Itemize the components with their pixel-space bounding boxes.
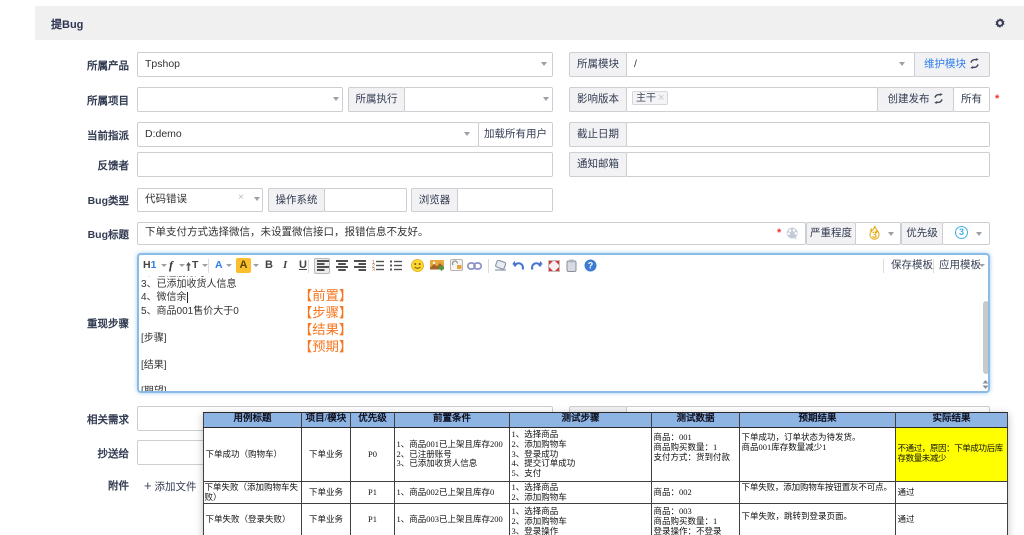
svg-text:?: ? bbox=[588, 261, 594, 271]
svg-text:3: 3 bbox=[372, 268, 375, 272]
svg-text:3: 3 bbox=[872, 230, 877, 240]
